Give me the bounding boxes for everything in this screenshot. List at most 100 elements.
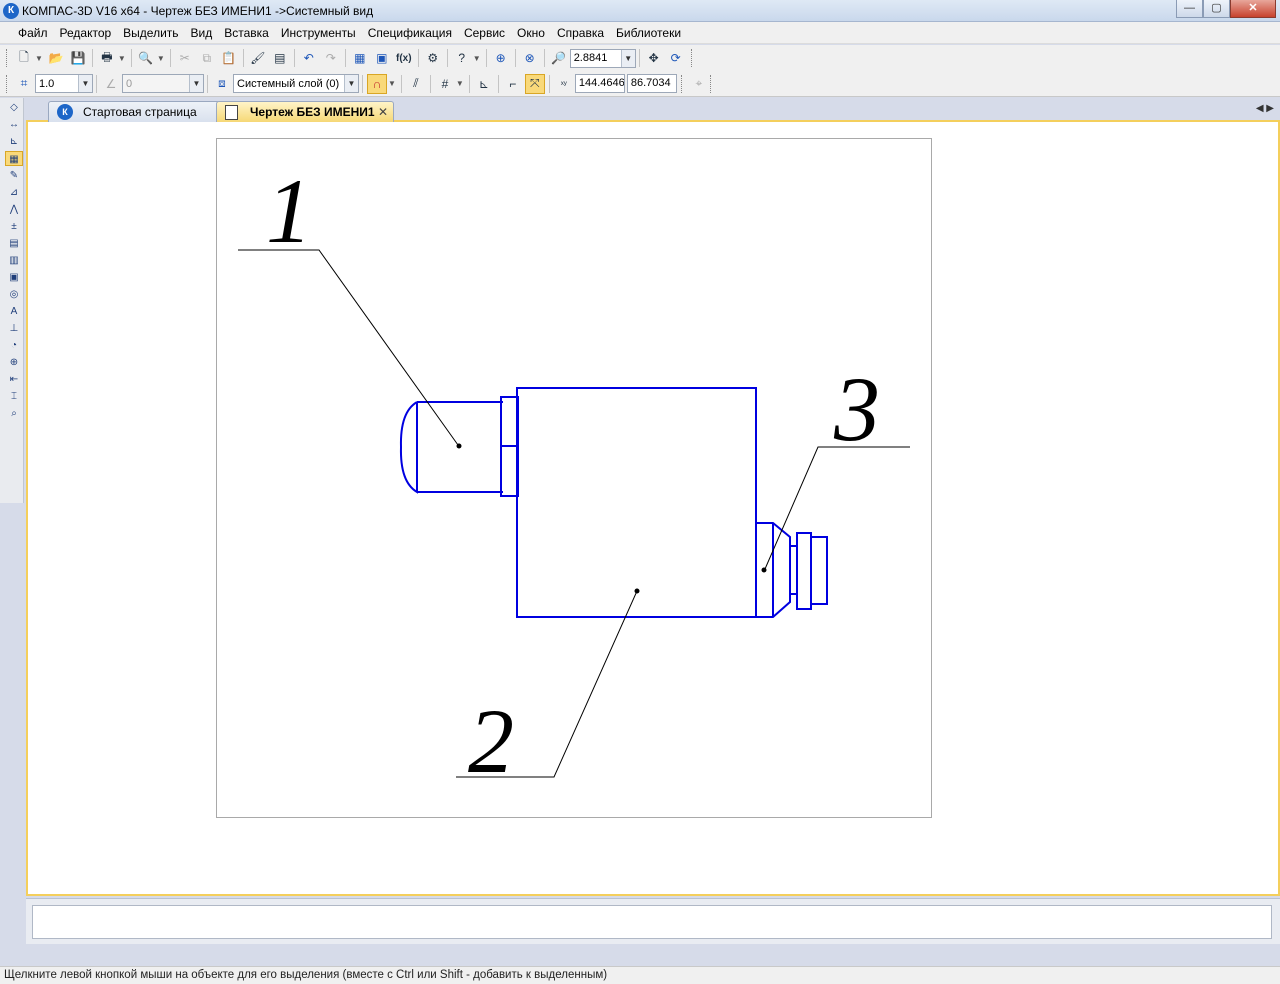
variables-icon[interactable]: f(x) [394,48,414,68]
measure-icon[interactable]: ⊿ [5,185,23,200]
text-icon[interactable]: A [5,304,23,319]
redo-icon[interactable]: ↷ [321,48,341,68]
angle-icon[interactable]: ∠ [101,74,121,94]
help-pointer-icon[interactable]: ? [452,48,472,68]
tab-scroll-arrows[interactable]: ◀ ▶ [1256,103,1274,114]
drawing-canvas[interactable]: 1 2 3 [26,122,1280,896]
separator [468,74,470,93]
library-icon[interactable]: ⚙ [423,48,443,68]
menu-specification[interactable]: Спецификация [362,26,458,40]
toolbar-grip[interactable] [6,74,9,93]
grid-icon[interactable]: # [435,74,455,94]
menu-help[interactable]: Справка [551,26,610,40]
menu-window[interactable]: Окно [511,26,551,40]
base-icon[interactable]: ⊥ [5,321,23,336]
undo-icon[interactable]: ↶ [299,48,319,68]
layer-icon[interactable]: ⧈ [212,74,232,94]
break-icon[interactable]: ⌶ [5,389,23,404]
position-icon[interactable]: ⌕ [5,406,23,421]
dropdown-arrow-icon[interactable]: ▼ [456,79,464,88]
select-icon[interactable]: ⋀ [5,202,23,217]
chevron-down-icon[interactable]: ▼ [78,75,92,92]
standard-toolbar: 🗋 ▼ 📂 💾 🖶 ▼ 🔍 ▼ ✂ ⧉ 📋 🖌 ▤ ↶ ↷ ▦ ▣ f(x) ⚙ ? ▼… [0,45,1280,71]
paste-icon[interactable]: 📋 [219,48,239,68]
separator [485,49,487,67]
step-combo[interactable]: 1.0 ▼ [35,74,93,93]
maximize-button[interactable]: ▢ [1203,0,1230,18]
toolbar-grip[interactable] [680,74,684,93]
toolbar-grip[interactable] [709,74,713,93]
layer-combo[interactable]: Системный слой (0) ▼ [233,74,359,93]
dropdown-arrow-icon[interactable]: ▼ [473,54,481,63]
tree-icon[interactable]: ▦ [350,48,370,68]
chevron-down-icon[interactable]: ▼ [620,49,635,67]
layers-icon[interactable]: ◎ [5,287,23,302]
zoom-icon[interactable]: 🔎 [549,48,569,68]
insert-fragment-icon[interactable]: ▥ [5,253,23,268]
print-icon[interactable]: 🖶 [97,48,117,68]
manual-input-icon[interactable]: ⌖ [689,74,709,94]
minimize-button[interactable]: — [1176,0,1203,18]
manager-icon[interactable]: ▣ [372,48,392,68]
toolbar-grip[interactable] [6,49,9,67]
ortho-icon[interactable]: ⫽ [406,74,426,94]
geometry-icon[interactable]: ◇ [5,100,23,115]
grid-step-icon[interactable]: ⌗ [14,74,34,94]
copy-icon[interactable]: ⧉ [197,48,217,68]
angle-combo[interactable]: 0 ▼ [122,74,204,93]
zoom-all-icon[interactable]: ⊗ [520,48,540,68]
preview-icon[interactable]: 🔍 [136,48,156,68]
chevron-down-icon[interactable]: ▼ [344,75,358,92]
new-doc-icon[interactable]: 🗋 [14,48,34,68]
coord-y-field[interactable]: 86.7034 [626,74,677,93]
tab-start-page[interactable]: К Стартовая страница [48,101,220,122]
refresh-icon[interactable]: ⟳ [666,48,686,68]
toolbar-grip[interactable] [690,49,694,67]
leader-icon[interactable]: ⇤ [5,372,23,387]
coord-x-field[interactable]: 144.4646 [574,74,625,93]
cut-icon[interactable]: ✂ [175,48,195,68]
dropdown-arrow-icon[interactable]: ▼ [388,79,396,88]
round-icon[interactable]: ⌐ [503,74,523,94]
tab-close-icon[interactable]: ✕ [378,105,388,119]
save-icon[interactable]: 💾 [68,48,88,68]
dropdown-arrow-icon[interactable]: ▼ [157,54,165,63]
dropdown-arrow-icon[interactable]: ▼ [35,54,43,63]
current-state-toolbar: ⌗ 1.0 ▼ ∠ 0 ▼ ⧈ Системный слой (0) ▼ ∩ ▼ … [0,71,1280,97]
format-brush-icon[interactable]: 🖌 [248,48,268,68]
spec-icon[interactable]: ± [5,219,23,234]
menu-libraries[interactable]: Библиотеки [610,26,687,40]
parametrization-icon[interactable]: ✎ [5,168,23,183]
tab-drawing[interactable]: Чертеж БЕЗ ИМЕНИ1 ✕ [216,101,394,122]
command-field[interactable] [32,905,1272,939]
menu-insert[interactable]: Вставка [218,26,275,40]
properties-icon[interactable]: ▤ [270,48,290,68]
menu-tools[interactable]: Инструменты [275,26,362,40]
menu-file[interactable]: Файл [12,26,54,40]
menu-select[interactable]: Выделить [117,26,184,40]
local-cs-icon[interactable]: ⊾ [474,74,494,94]
center-mark-icon[interactable]: ⊕ [5,355,23,370]
menu-service[interactable]: Сервис [458,26,511,40]
zoom-window-icon[interactable]: ⊕ [491,48,511,68]
status-bar: Щелкните левой кнопкой мыши на объекте д… [0,966,1280,984]
drawing-geometry[interactable]: 1 2 3 [28,122,1278,894]
close-button[interactable]: ✕ [1230,0,1276,18]
pan-icon[interactable]: ✥ [644,48,664,68]
edit-icon[interactable]: ▦ [5,151,23,166]
arc-icon[interactable]: ◔ [5,338,23,353]
open-icon[interactable]: 📂 [46,48,66,68]
zoom-combo[interactable]: 2.8841 ▼ [569,48,636,68]
dropdown-arrow-icon[interactable]: ▼ [118,54,126,63]
designations-icon[interactable]: ⊾ [5,134,23,149]
chevron-down-icon[interactable]: ▼ [189,75,203,92]
parametric-icon[interactable]: ⤧ [524,73,545,94]
snap-magnet-icon[interactable]: ∩ [367,73,387,94]
separator [514,49,516,67]
dimensions-icon[interactable]: ↔ [5,117,23,132]
menu-view[interactable]: Вид [185,26,219,40]
menu-editor[interactable]: Редактор [54,26,118,40]
view-icon[interactable]: ▣ [5,270,23,285]
reports-icon[interactable]: ▤ [5,236,23,251]
window-controls: — ▢ ✕ [1176,0,1276,18]
